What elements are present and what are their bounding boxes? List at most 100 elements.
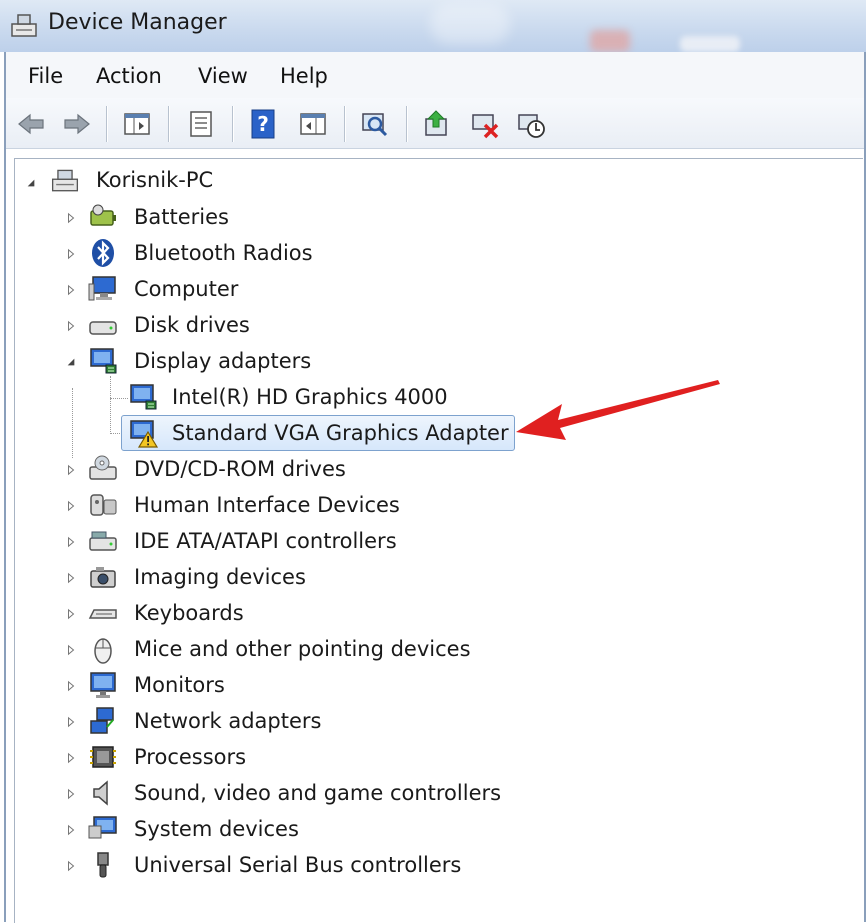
collapse-arrow-icon[interactable]	[66, 356, 76, 368]
mouse-icon	[94, 638, 112, 664]
ide-controller-icon	[89, 531, 117, 551]
expand-arrow-icon[interactable]	[66, 464, 76, 476]
system-device-icon	[88, 816, 117, 839]
battery-icon	[90, 204, 116, 226]
expand-arrow-icon[interactable]	[66, 572, 76, 584]
title-bar-glare	[430, 4, 510, 44]
uninstall-icon[interactable]	[468, 108, 502, 140]
monitor-icon	[90, 672, 116, 698]
keyboard-icon	[88, 609, 117, 619]
computer-root-icon	[51, 169, 79, 192]
title-bar: Device Manager	[0, 0, 866, 52]
toolbar-separator	[406, 106, 407, 142]
window-title: Device Manager	[48, 10, 227, 35]
expand-arrow-icon[interactable]	[66, 212, 76, 224]
expand-arrow-icon[interactable]	[66, 680, 76, 692]
tree-connector	[72, 388, 73, 458]
menu-action[interactable]: Action	[96, 64, 162, 88]
svg-text:?: ?	[257, 112, 269, 136]
category-label: System devices	[134, 817, 299, 841]
toolbar-separator	[106, 106, 107, 142]
title-bar-glare	[680, 36, 740, 52]
disable-icon[interactable]	[514, 108, 548, 140]
category-label: Processors	[134, 745, 247, 769]
menu-bar: File Action View Help	[6, 52, 864, 99]
device-category-processors[interactable]: Processors	[62, 740, 562, 776]
action-pane-icon[interactable]	[296, 108, 330, 140]
category-label: Keyboards	[134, 601, 244, 625]
expand-arrow-icon[interactable]	[66, 788, 76, 800]
device-manager-icon	[11, 14, 37, 37]
expand-arrow-icon[interactable]	[66, 716, 76, 728]
device-category-batteries[interactable]: Batteries	[62, 200, 562, 236]
category-label: DVD/CD-ROM drives	[134, 457, 346, 481]
expand-arrow-icon[interactable]	[66, 500, 76, 512]
expand-arrow-icon[interactable]	[66, 284, 76, 296]
device-category-imaging-devices[interactable]: Imaging devices	[62, 560, 562, 596]
forward-icon[interactable]	[60, 108, 94, 140]
device-category-universal-serial-bus-controllers[interactable]: Universal Serial Bus controllers	[62, 848, 562, 884]
help-icon[interactable]: ?	[246, 108, 280, 140]
expand-arrow-icon[interactable]	[66, 536, 76, 548]
expand-arrow-icon[interactable]	[66, 644, 76, 656]
properties-icon[interactable]	[184, 108, 218, 140]
show-hide-console-tree-icon[interactable]	[120, 108, 154, 140]
device-category-computer[interactable]: Computer	[62, 272, 562, 308]
device-label: Intel(R) HD Graphics 4000	[172, 385, 448, 409]
device-category-mice-and-other-pointing-devices[interactable]: Mice and other pointing devices	[62, 632, 562, 668]
network-adapter-icon	[90, 707, 114, 734]
update-driver-icon[interactable]	[420, 108, 454, 140]
device-category-display-adapters[interactable]: Display adapters	[62, 344, 562, 380]
expand-arrow-icon[interactable]	[66, 248, 76, 260]
title-bar-glare	[590, 30, 630, 52]
menu-view[interactable]: View	[198, 64, 248, 88]
device-category-keyboards[interactable]: Keyboards	[62, 596, 562, 632]
expand-arrow-icon[interactable]	[66, 752, 76, 764]
device-category-network-adapters[interactable]: Network adapters	[62, 704, 562, 740]
display-adapter-icon	[90, 348, 117, 374]
device-item-selected[interactable]: Standard VGA Graphics Adapter	[128, 416, 528, 452]
category-label: Display adapters	[134, 349, 312, 373]
bluetooth-icon	[92, 239, 114, 267]
category-label: Batteries	[134, 205, 229, 229]
device-item[interactable]: Intel(R) HD Graphics 4000	[128, 380, 528, 416]
category-label: Bluetooth Radios	[134, 241, 313, 265]
scan-hardware-icon[interactable]	[358, 108, 392, 140]
category-label: Disk drives	[134, 313, 250, 337]
expand-arrow-icon[interactable]	[66, 320, 76, 332]
category-label: Human Interface Devices	[134, 493, 400, 517]
device-category-disk-drives[interactable]: Disk drives	[62, 308, 562, 344]
category-label: IDE ATA/ATAPI controllers	[134, 529, 397, 553]
computer-icon	[88, 276, 116, 301]
menu-help[interactable]: Help	[280, 64, 328, 88]
tree-connector	[110, 376, 111, 434]
hid-icon	[90, 494, 117, 516]
device-category-human-interface-devices[interactable]: Human Interface Devices	[62, 488, 562, 524]
menu-file[interactable]: File	[28, 64, 63, 88]
toolbar-separator	[232, 106, 233, 142]
camera-icon	[90, 567, 116, 588]
expand-arrow-icon[interactable]	[66, 860, 76, 872]
expand-arrow-icon[interactable]	[66, 824, 76, 836]
device-label: Standard VGA Graphics Adapter	[172, 421, 509, 445]
category-label: Mice and other pointing devices	[134, 637, 471, 661]
toolbar-separator	[344, 106, 345, 142]
expand-arrow-icon[interactable]	[66, 608, 76, 620]
device-category-bluetooth-radios[interactable]: Bluetooth Radios	[62, 236, 562, 272]
category-label: Monitors	[134, 673, 225, 697]
disk-drive-icon	[89, 321, 117, 335]
display-adapter-warning-icon	[130, 420, 158, 448]
back-icon[interactable]	[14, 108, 48, 140]
toolbar: ?	[6, 98, 864, 149]
collapse-arrow-icon[interactable]	[26, 177, 36, 189]
device-category-dvd-cd-rom-drives[interactable]: DVD/CD-ROM drives	[62, 452, 562, 488]
speaker-icon	[93, 780, 108, 806]
device-category-system-devices[interactable]: System devices	[62, 812, 562, 848]
category-label: Sound, video and game controllers	[134, 781, 502, 805]
device-category-ide-ata-atapi-controllers[interactable]: IDE ATA/ATAPI controllers	[62, 524, 562, 560]
category-label: Universal Serial Bus controllers	[134, 853, 462, 877]
usb-icon	[97, 852, 109, 878]
device-category-sound-video-and-game-controllers[interactable]: Sound, video and game controllers	[62, 776, 562, 812]
category-label: Computer	[134, 277, 239, 301]
device-category-monitors[interactable]: Monitors	[62, 668, 562, 704]
